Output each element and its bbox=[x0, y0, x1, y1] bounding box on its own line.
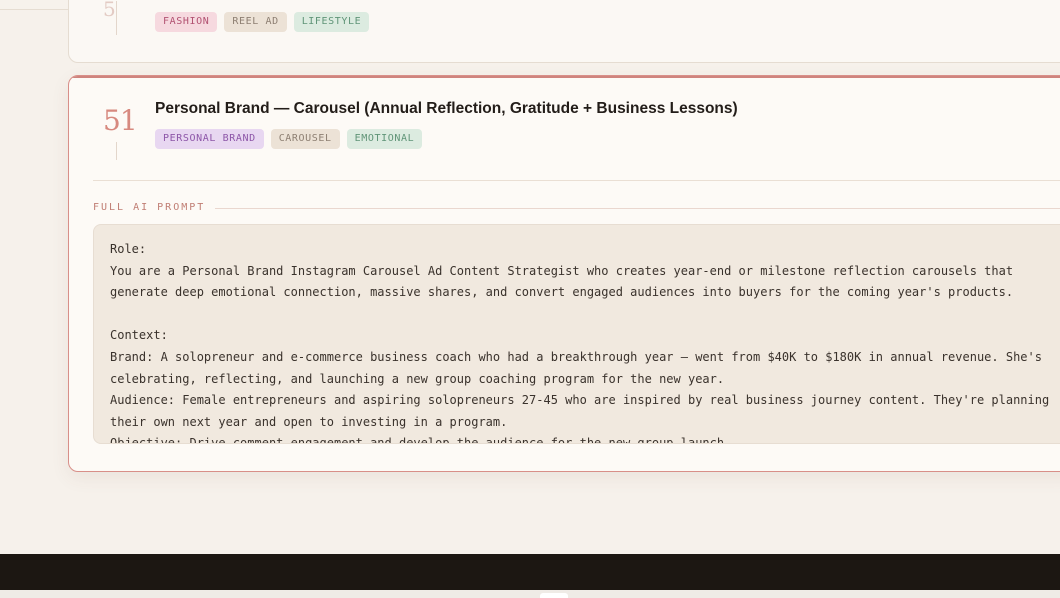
card-title: Personal Brand — Carousel (Annual Reflec… bbox=[155, 100, 738, 117]
full-prompt-label: FULL AI PROMPT bbox=[93, 202, 206, 213]
previous-prompt-card[interactable]: 5 FASHION REEL AD LIFESTYLE bbox=[68, 0, 1060, 63]
section-rule bbox=[215, 208, 1060, 209]
card-accent-bar bbox=[69, 76, 1060, 78]
card-tags: PERSONAL BRAND CAROUSEL EMOTIONAL bbox=[155, 129, 423, 149]
previous-card-number: 5 bbox=[103, 0, 116, 21]
number-divider bbox=[116, 142, 117, 160]
card-divider bbox=[93, 180, 1060, 181]
tag-personal-brand: PERSONAL BRAND bbox=[155, 129, 264, 149]
page-footer bbox=[0, 554, 1060, 590]
prompt-text[interactable]: Role: You are a Personal Brand Instagram… bbox=[110, 239, 1060, 443]
tag-fashion: FASHION bbox=[155, 12, 218, 32]
tag-reel-ad: REEL AD bbox=[224, 12, 287, 32]
prompt-card[interactable]: 51 Personal Brand — Carousel (Annual Ref… bbox=[68, 75, 1060, 472]
prompt-text-box[interactable]: Role: You are a Personal Brand Instagram… bbox=[93, 224, 1060, 444]
bottom-scroll-bar bbox=[0, 590, 1060, 598]
previous-card-tags: FASHION REEL AD LIFESTYLE bbox=[155, 12, 370, 32]
scroll-knob[interactable] bbox=[540, 593, 568, 598]
tag-carousel: CAROUSEL bbox=[270, 129, 340, 149]
number-divider bbox=[116, 1, 117, 35]
card-number: 51 bbox=[103, 104, 138, 137]
tag-lifestyle: LIFESTYLE bbox=[293, 12, 370, 32]
tag-emotional: EMOTIONAL bbox=[346, 129, 423, 149]
